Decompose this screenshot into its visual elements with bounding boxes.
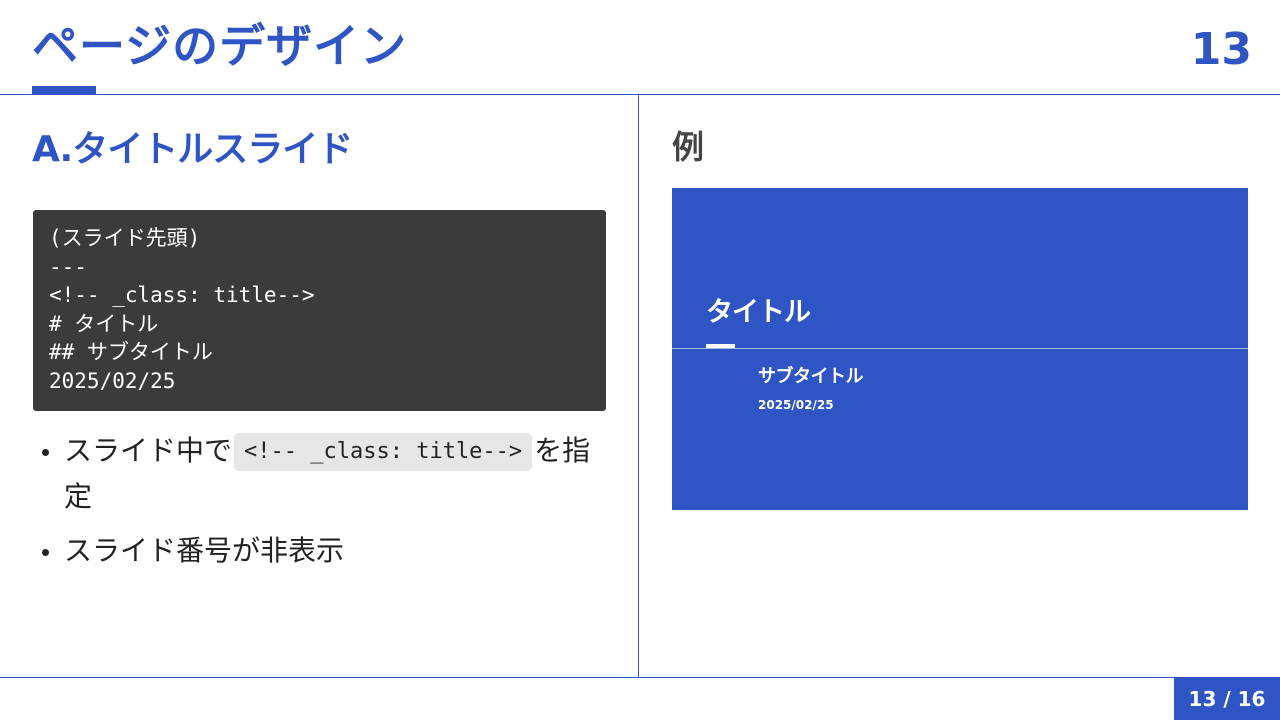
title-slide-preview: タイトル サブタイトル 2025/02/25 bbox=[672, 188, 1248, 510]
section-title: A.タイトルスライド bbox=[32, 129, 353, 170]
bullet-item: スライド中で <!-- _class: title--> を指定 bbox=[40, 428, 600, 520]
bullet-text: スライド中で bbox=[64, 434, 233, 467]
inline-code: <!-- _class: title--> bbox=[234, 433, 533, 471]
bullet-item: スライド番号が非表示 bbox=[40, 528, 600, 574]
preview-divider bbox=[672, 348, 1248, 349]
title-accent-bar bbox=[32, 86, 96, 94]
footer-divider bbox=[0, 677, 1280, 678]
slide-number: 13 bbox=[1190, 24, 1252, 75]
preview-title: タイトル bbox=[706, 297, 811, 328]
code-line: (スライド先頭) bbox=[49, 226, 201, 250]
code-line: <!-- _class: title--> bbox=[49, 283, 315, 307]
code-block: (スライド先頭) --- <!-- _class: title--> # タイト… bbox=[33, 210, 606, 411]
page-title: ページのデザイン bbox=[32, 19, 408, 73]
code-line: ## サブタイトル bbox=[49, 340, 213, 364]
bullet-text: スライド番号が非表示 bbox=[64, 534, 345, 567]
code-line: --- bbox=[49, 254, 87, 279]
bullet-list: スライド中で <!-- _class: title--> を指定 スライド番号が非表… bbox=[40, 428, 600, 582]
preview-subtitle: サブタイトル bbox=[758, 366, 864, 387]
preview-date: 2025/02/25 bbox=[758, 398, 834, 412]
example-label: 例 bbox=[672, 128, 705, 166]
code-line: # タイトル bbox=[49, 311, 159, 336]
page-indicator: 13 / 16 bbox=[1174, 678, 1280, 720]
column-divider bbox=[638, 95, 639, 677]
slide: ページのデザイン 13 A.タイトルスライド (スライド先頭) --- <!--… bbox=[0, 0, 1280, 720]
header-divider bbox=[0, 94, 1280, 95]
code-line: 2025/02/25 bbox=[49, 368, 176, 393]
